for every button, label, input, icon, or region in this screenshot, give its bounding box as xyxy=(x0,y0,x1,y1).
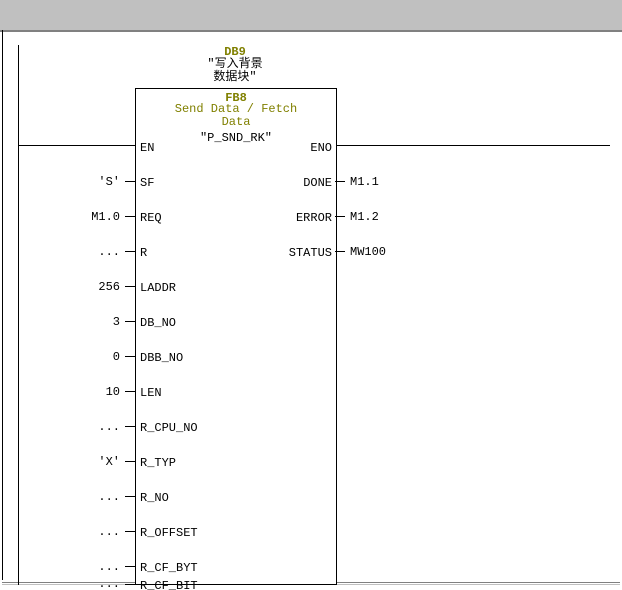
operand-len[interactable]: 10 xyxy=(5,385,120,399)
instance-db-comment: "写入背景 数据块" xyxy=(150,58,320,84)
pin-r-cf-bit: R_CF_BIT xyxy=(140,579,198,590)
pin-r: R xyxy=(140,246,147,260)
stub-done xyxy=(335,181,345,182)
stub-dbb-no xyxy=(125,356,135,357)
operand-laddr[interactable]: 256 xyxy=(5,280,120,294)
operand-r-cf-bit[interactable]: ... xyxy=(5,577,120,590)
fb-symbolic-name: "P_SND_RK" xyxy=(136,131,336,145)
plc-ladder-network: DB9 "写入背景 数据块" FB8 Send Data / Fetch Dat… xyxy=(0,0,622,590)
pin-r-cf-byt: R_CF_BYT xyxy=(140,561,198,575)
fb-block[interactable]: FB8 Send Data / Fetch Data "P_SND_RK" EN… xyxy=(135,88,337,585)
operand-done[interactable]: M1.1 xyxy=(350,175,379,189)
pin-r-offset: R_OFFSET xyxy=(140,526,198,540)
operand-sf[interactable]: 'S' xyxy=(5,175,120,189)
operand-r[interactable]: ... xyxy=(5,245,120,259)
stub-r-no xyxy=(125,496,135,497)
pin-laddr: LADDR xyxy=(140,281,176,295)
stub-sf xyxy=(125,181,135,182)
instance-db-comment-line2: 数据块" xyxy=(213,70,256,84)
stub-len xyxy=(125,391,135,392)
stub-r-cpu-no xyxy=(125,426,135,427)
fb-description: Send Data / Fetch Data xyxy=(136,103,336,129)
page-border-left xyxy=(2,30,3,580)
operand-dbb-no[interactable]: 0 xyxy=(5,350,120,364)
fb-description-line2: Data xyxy=(222,115,251,129)
pin-len: LEN xyxy=(140,386,162,400)
pin-eno: ENO xyxy=(310,141,332,155)
pin-sf: SF xyxy=(140,176,154,190)
operand-r-offset[interactable]: ... xyxy=(5,525,120,539)
pin-dbb-no: DBB_NO xyxy=(140,351,183,365)
operand-r-cf-byt[interactable]: ... xyxy=(5,560,120,574)
stub-r-typ xyxy=(125,461,135,462)
window-chrome-bar xyxy=(0,0,622,32)
stub-r-cf-bit xyxy=(125,584,135,585)
pin-r-typ: R_TYP xyxy=(140,456,176,470)
stub-req xyxy=(125,216,135,217)
pin-status: STATUS xyxy=(289,246,332,260)
operand-req[interactable]: M1.0 xyxy=(5,210,120,224)
en-power-line xyxy=(18,145,135,146)
operand-status[interactable]: MW100 xyxy=(350,245,386,259)
instance-db-comment-line1: "写入背景 xyxy=(207,57,262,71)
pin-done: DONE xyxy=(303,176,332,190)
pin-db-no: DB_NO xyxy=(140,316,176,330)
operand-db-no[interactable]: 3 xyxy=(5,315,120,329)
stub-r xyxy=(125,251,135,252)
stub-db-no xyxy=(125,321,135,322)
pin-r-no: R_NO xyxy=(140,491,169,505)
operand-error[interactable]: M1.2 xyxy=(350,210,379,224)
operand-r-typ[interactable]: 'X' xyxy=(5,455,120,469)
stub-r-cf-byt xyxy=(125,566,135,567)
stub-status xyxy=(335,251,345,252)
stub-r-offset xyxy=(125,531,135,532)
operand-r-no[interactable]: ... xyxy=(5,490,120,504)
pin-req: REQ xyxy=(140,211,162,225)
stub-error xyxy=(335,216,345,217)
pin-error: ERROR xyxy=(296,211,332,225)
eno-power-line xyxy=(335,145,610,146)
fb-description-line1: Send Data / Fetch xyxy=(175,102,297,116)
stub-laddr xyxy=(125,286,135,287)
operand-r-cpu-no[interactable]: ... xyxy=(5,420,120,434)
pin-r-cpu-no: R_CPU_NO xyxy=(140,421,198,435)
pin-en: EN xyxy=(140,141,154,155)
